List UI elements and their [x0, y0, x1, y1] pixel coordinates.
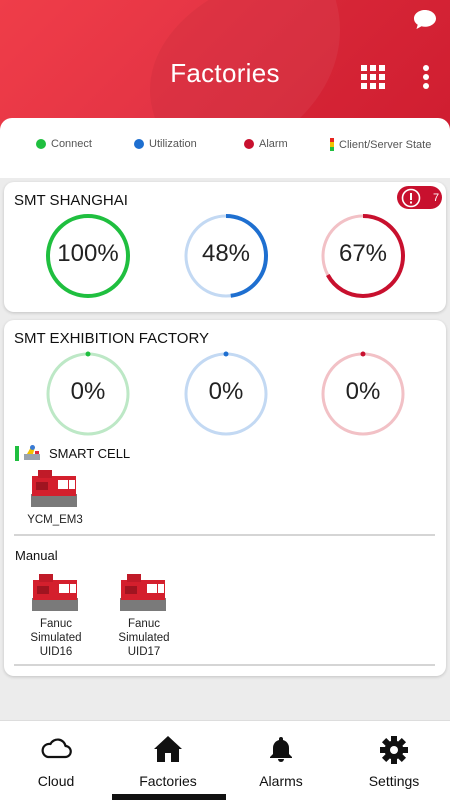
- machine-icon: [120, 574, 166, 611]
- machine-label-line: Simulated: [30, 632, 82, 644]
- gear-icon: [380, 736, 408, 764]
- utilization-percent: 48%: [201, 240, 251, 267]
- chat-icon[interactable]: [412, 8, 438, 37]
- legend-label: Connect: [51, 138, 92, 150]
- nav-item-factories[interactable]: Factories: [112, 721, 224, 800]
- machine-fanuc-uid16[interactable]: Fanuc Simulated UID16: [16, 572, 96, 659]
- group-name: SMART CELL: [49, 446, 131, 461]
- legend-label: Alarm: [259, 138, 288, 150]
- group-name: Manual: [15, 548, 58, 563]
- more-options-icon[interactable]: [422, 65, 430, 94]
- bell-icon: [270, 737, 292, 762]
- machine-icon: [32, 574, 78, 611]
- alert-icon: [401, 188, 421, 207]
- alarm-dot-icon: [244, 139, 254, 149]
- machine-label: YCM_EM3: [27, 514, 83, 526]
- legend-client-server-state: Client/Server State: [330, 138, 431, 151]
- legend-label: Utilization: [149, 138, 197, 150]
- divider: [14, 534, 435, 536]
- machine-label-line: UID16: [39, 646, 73, 658]
- active-tab-indicator: [112, 794, 226, 800]
- nav-label: Alarms: [259, 773, 303, 789]
- smart-cell-icon: [23, 444, 41, 466]
- legend-alarm: Alarm: [244, 138, 288, 150]
- nav-label: Settings: [368, 773, 420, 789]
- cloud-icon: [41, 738, 72, 759]
- connect-percent: 0%: [70, 378, 106, 405]
- machine-label-line: UID17: [127, 646, 161, 658]
- alarm-percent: 67%: [338, 240, 388, 267]
- bottom-nav: Cloud Factories Alarms Settings: [0, 720, 450, 800]
- machine-label-line: Simulated: [118, 632, 170, 644]
- factory-name: SMT SHANGHAI: [14, 192, 128, 209]
- machine-icon: [31, 470, 77, 507]
- alarm-count: 7: [433, 191, 440, 204]
- legend-label: Client/Server State: [339, 138, 432, 151]
- divider: [14, 664, 435, 666]
- utilization-percent: 0%: [208, 378, 244, 405]
- nav-item-cloud[interactable]: Cloud: [0, 721, 112, 800]
- alarm-badge[interactable]: 7: [397, 186, 442, 209]
- alarm-percent: 0%: [345, 378, 381, 405]
- nav-label: Cloud: [37, 773, 75, 789]
- factory-name: SMT EXHIBITION FACTORY: [14, 330, 210, 347]
- state-bars-icon: [15, 446, 19, 466]
- factory-icon: [154, 736, 182, 762]
- nav-item-settings[interactable]: Settings: [338, 721, 450, 800]
- machine-fanuc-uid17[interactable]: Fanuc Simulated UID17: [104, 572, 184, 659]
- machine-label-line: Fanuc: [128, 618, 160, 630]
- legend-connect: Connect: [36, 138, 92, 150]
- legend-utilization: Utilization: [134, 138, 197, 150]
- machine-ycm-em3[interactable]: YCM_EM3: [15, 468, 95, 527]
- state-bars-icon: [330, 138, 334, 151]
- nav-label: Factories: [139, 773, 197, 789]
- connect-dot-icon: [36, 139, 46, 149]
- connect-percent: 100%: [57, 240, 119, 267]
- utilization-dot-icon: [134, 139, 144, 149]
- machine-label-line: Fanuc: [40, 618, 72, 630]
- grid-view-icon[interactable]: [361, 65, 385, 94]
- nav-item-alarms[interactable]: Alarms: [225, 721, 337, 800]
